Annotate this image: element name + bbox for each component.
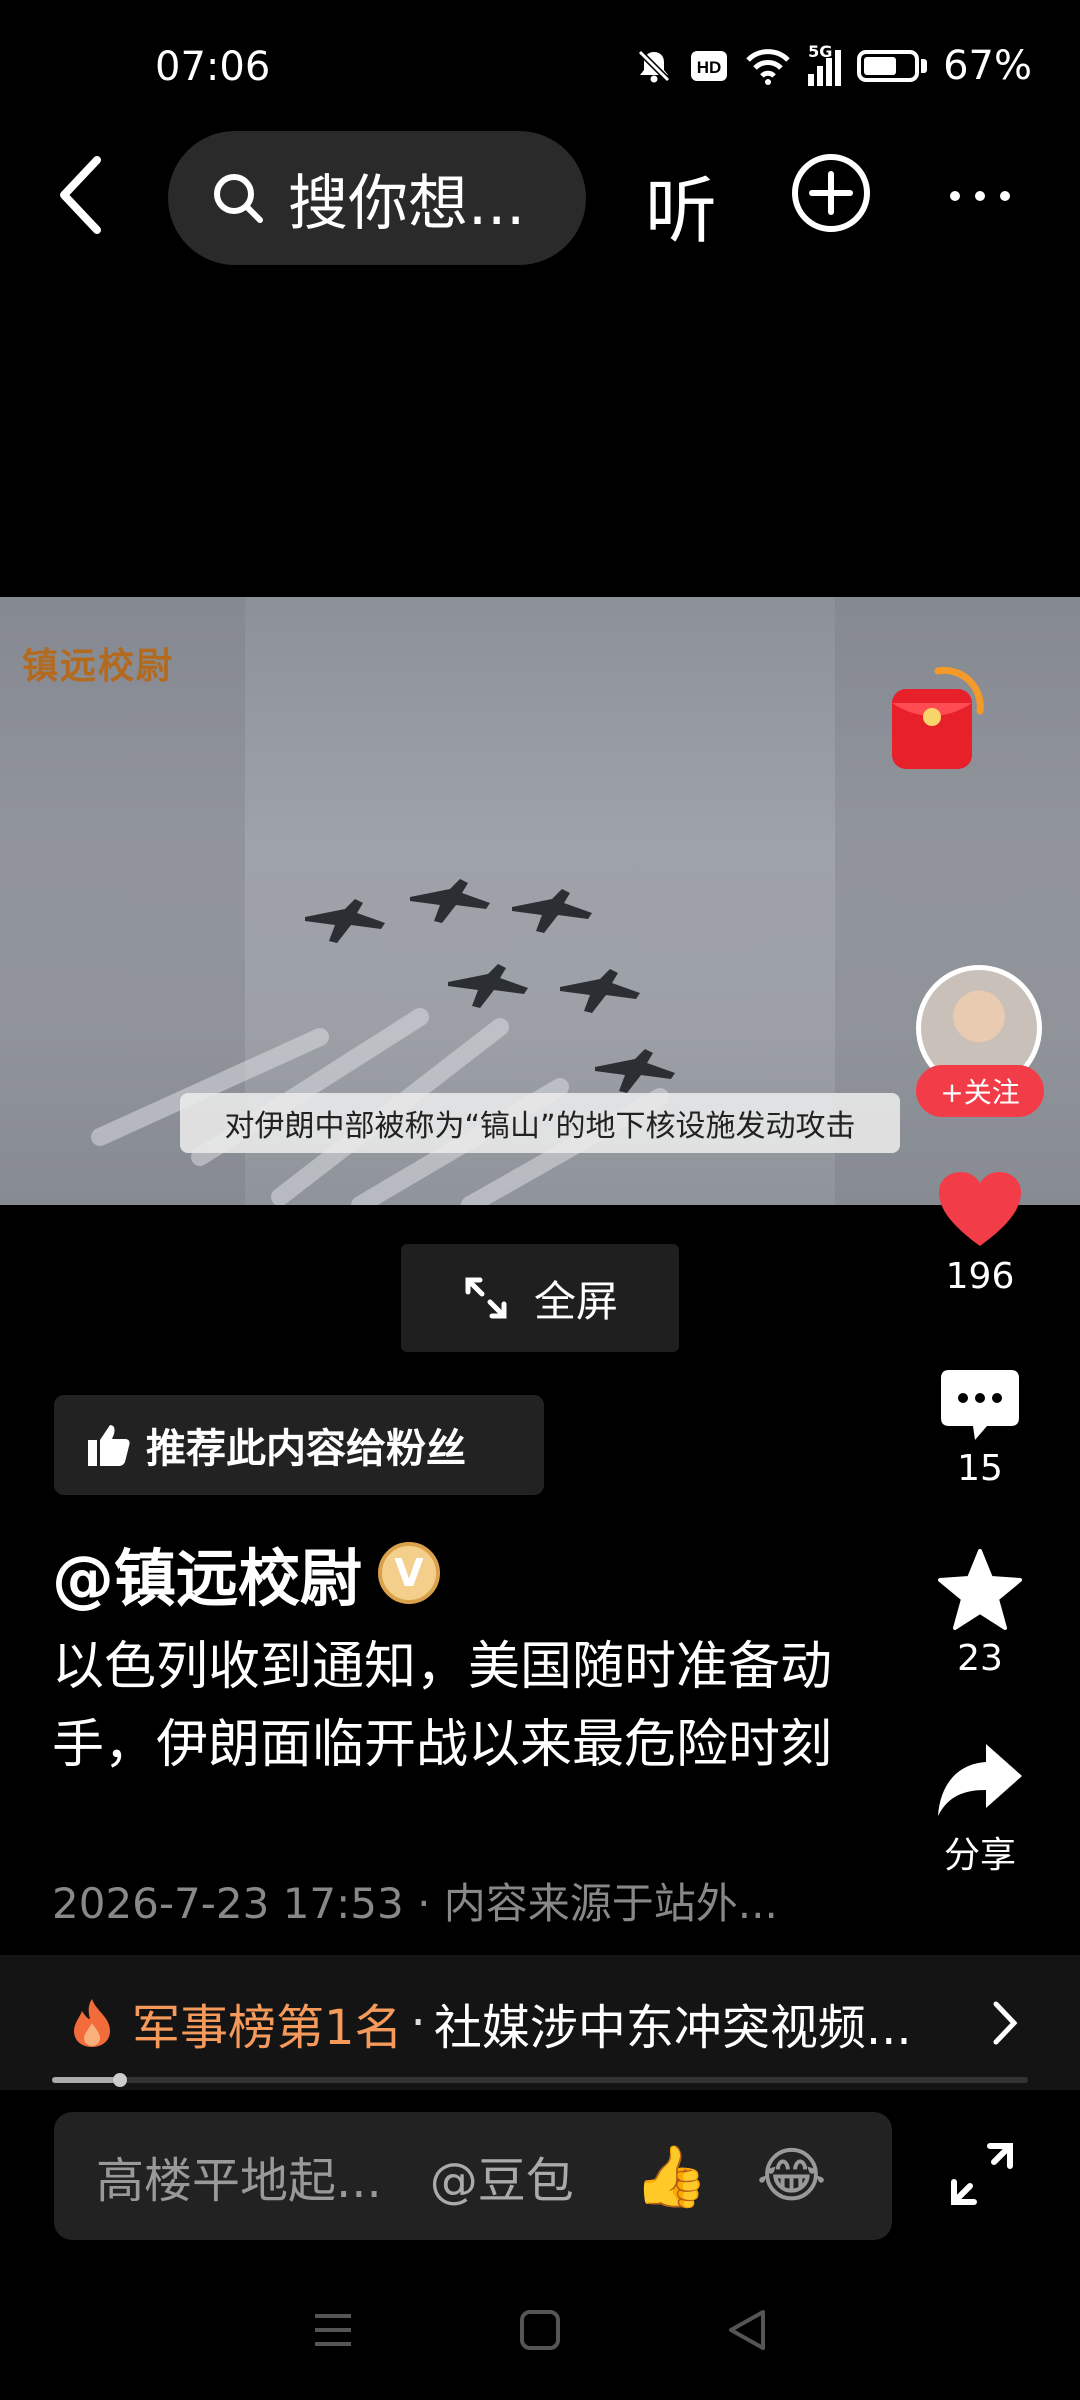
expand-icon[interactable] — [950, 2142, 1014, 2206]
fullscreen-icon — [465, 1277, 507, 1319]
flame-icon — [74, 1998, 110, 2047]
like-action[interactable]: 196 — [910, 1170, 1050, 1297]
author-handle: @镇远校尉 — [52, 1542, 363, 1615]
verified-badge-icon: V — [378, 1542, 441, 1604]
search-icon — [214, 174, 263, 223]
chevron-right-icon — [993, 2001, 1018, 2044]
search-bar[interactable]: 搜你想... — [168, 131, 586, 265]
menu-icon[interactable] — [311, 2308, 355, 2352]
laughing-emoji-icon[interactable]: 😂 — [757, 2141, 827, 2211]
fullscreen-button[interactable]: 全屏 — [401, 1244, 679, 1352]
video-watermark: 镇远校尉 — [22, 645, 175, 687]
battery-percent: 67% — [943, 43, 1032, 89]
system-nav-bar — [0, 2260, 1080, 2400]
signal-icon: 5G — [808, 42, 842, 86]
battery-level — [864, 57, 897, 75]
recommend-to-fans-button[interactable]: 推荐此内容给粉丝 — [54, 1395, 544, 1495]
fullscreen-label: 全屏 — [533, 1276, 618, 1326]
share-label: 分享 — [943, 1835, 1016, 1876]
mute-bell-icon — [637, 49, 671, 83]
back-arrow-icon[interactable] — [52, 150, 112, 240]
author-name[interactable]: @镇远校尉 V — [52, 1528, 441, 1618]
hd-icon: HD — [691, 51, 728, 81]
comment-placeholder: 高楼平地起... — [96, 2153, 382, 2209]
post-description: 以色列收到通知，美国随时准备动手，伊朗面临开战以来最危险时刻 — [52, 1637, 833, 1775]
heart-icon — [939, 1172, 1021, 1246]
video-subtitle: 对伊朗中部被称为“镐山”的地下核设施发动攻击 — [180, 1093, 900, 1153]
red-packet-icon[interactable] — [888, 665, 984, 775]
more-options-icon[interactable] — [945, 160, 1015, 220]
star-icon — [938, 1549, 1022, 1630]
battery-icon — [857, 50, 928, 82]
thumbs-up-emoji-icon[interactable]: 👍 — [634, 2141, 709, 2212]
wifi-icon — [746, 49, 790, 85]
network-type: 5G — [808, 42, 833, 61]
like-count: 196 — [945, 1256, 1015, 1297]
rank-topic: 社媒涉中东冲突视频... — [433, 1999, 912, 2056]
favorite-action[interactable]: 23 — [910, 1548, 1050, 1679]
follow-button[interactable]: +关注 — [916, 1065, 1044, 1117]
back-icon[interactable] — [725, 2308, 769, 2352]
ranking-bar[interactable]: 军事榜第1名 · 社媒涉中东冲突视频... — [0, 1955, 1080, 2090]
favorite-count: 23 — [957, 1638, 1003, 1679]
status-time: 07:06 — [155, 44, 271, 90]
home-icon[interactable] — [518, 2308, 562, 2352]
comment-input[interactable]: 高楼平地起... @豆包 👍 😂 — [54, 2112, 892, 2240]
comment-action[interactable]: 15 — [910, 1368, 1050, 1489]
svg-text:HD: HD — [697, 58, 722, 77]
post-meta: 2026-7-23 17:53 · 内容来源于站外... — [52, 1879, 778, 1928]
progress-fill — [52, 2077, 121, 2083]
comment-count: 15 — [957, 1448, 1003, 1489]
video-progress-bar[interactable] — [52, 2073, 1028, 2087]
status-icons: HD 5G 67% — [634, 42, 1032, 90]
share-arrow-icon — [938, 1744, 1022, 1816]
share-action[interactable]: 分享 — [910, 1740, 1050, 1878]
mention-doubao[interactable]: @豆包 — [430, 2141, 574, 2211]
comment-bubble-icon — [941, 1370, 1019, 1440]
rank-separator: · — [410, 1994, 426, 2051]
add-circle-icon[interactable] — [790, 152, 872, 234]
thumbs-up-icon — [88, 1425, 130, 1466]
listen-button[interactable]: 听 — [645, 152, 717, 257]
search-placeholder: 搜你想... — [288, 168, 526, 239]
rank-label: 军事榜第1名 — [132, 1999, 403, 2056]
recommend-label: 推荐此内容给粉丝 — [146, 1426, 466, 1472]
